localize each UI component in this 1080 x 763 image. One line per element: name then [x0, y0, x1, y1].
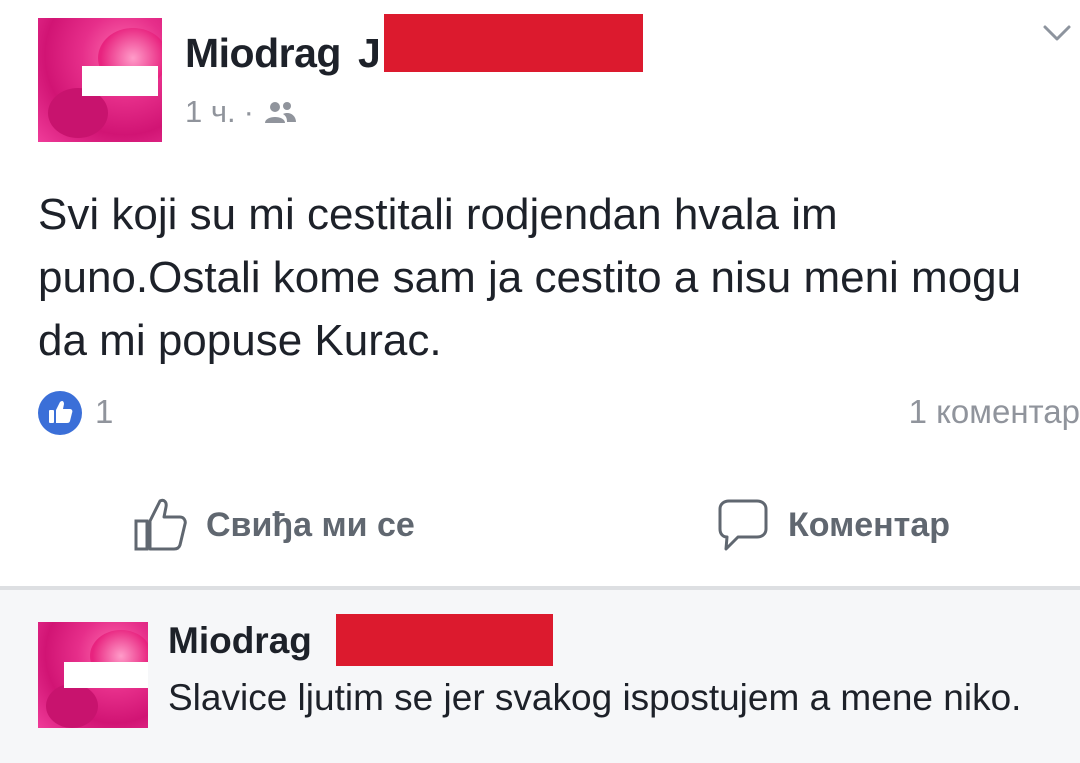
post-text: Svi koji su mi cestitali rodjendan hvala…: [38, 190, 1022, 365]
comment-button[interactable]: Коментар: [712, 495, 950, 555]
author-name[interactable]: Miodrag: [185, 30, 341, 77]
avatar-redaction: [82, 66, 158, 96]
facebook-post-screen: Miodrag J 1 ч. · Svi koji su mi cestital…: [0, 0, 1080, 763]
avatar-image-shape: [46, 684, 98, 728]
author-name-tail: J: [358, 30, 381, 76]
avatar-redaction: [64, 662, 148, 688]
post-meta: 1 ч. ·: [185, 94, 298, 130]
author-avatar[interactable]: [38, 18, 162, 142]
comment-button-label: Коментар: [788, 505, 950, 544]
comment-count[interactable]: 1 коментар: [909, 393, 1080, 431]
like-button-label: Свиђа ми се: [206, 505, 415, 544]
like-count[interactable]: 1: [95, 393, 113, 431]
post-header: Miodrag J 1 ч. ·: [0, 0, 1080, 160]
speech-bubble-icon: [718, 499, 768, 551]
thumbs-up-icon: [134, 498, 187, 551]
commenter-avatar[interactable]: [38, 622, 148, 728]
post-time[interactable]: 1 ч.: [185, 94, 236, 130]
comment-text: Slavice ljutim se jer svakog ispostujem …: [168, 677, 1022, 718]
comment-author-redaction: [336, 614, 553, 666]
chevron-down-icon[interactable]: [1042, 22, 1072, 44]
like-button[interactable]: Свиђа ми се: [130, 495, 415, 555]
comment-author-name[interactable]: Miodrag: [168, 620, 312, 662]
like-reaction-icon[interactable]: [38, 391, 82, 435]
meta-separator: ·: [243, 94, 254, 129]
author-name-redaction: [384, 14, 643, 72]
thumbs-up-badge-glyph: [49, 400, 73, 423]
friends-icon[interactable]: [262, 99, 298, 125]
